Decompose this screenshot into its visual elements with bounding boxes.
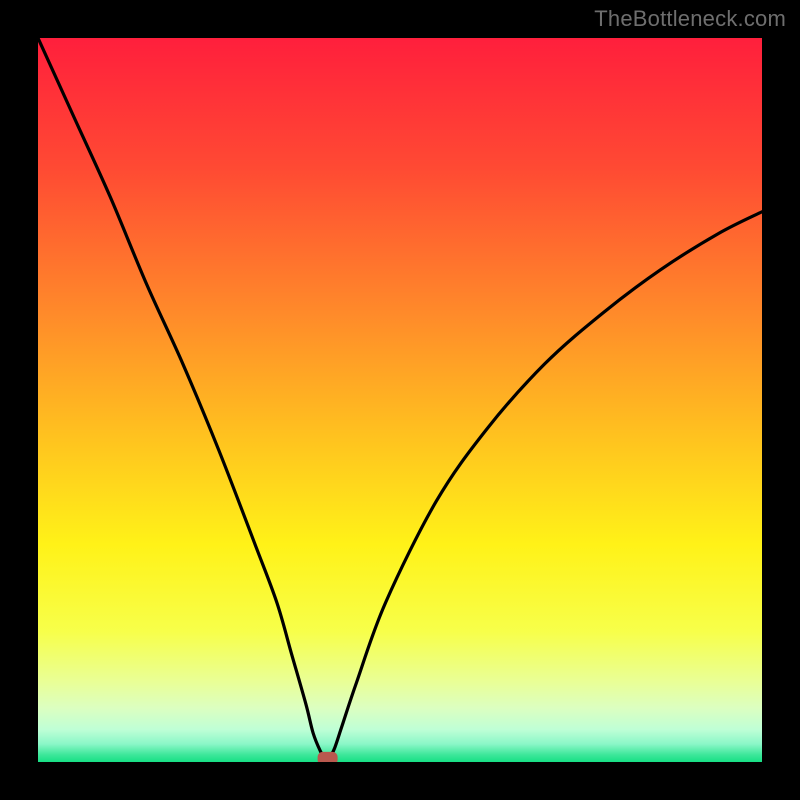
chart-root: TheBottleneck.com [0,0,800,800]
watermark-text: TheBottleneck.com [594,6,786,32]
plot-background-gradient [38,38,762,762]
bottleneck-chart [0,0,800,800]
